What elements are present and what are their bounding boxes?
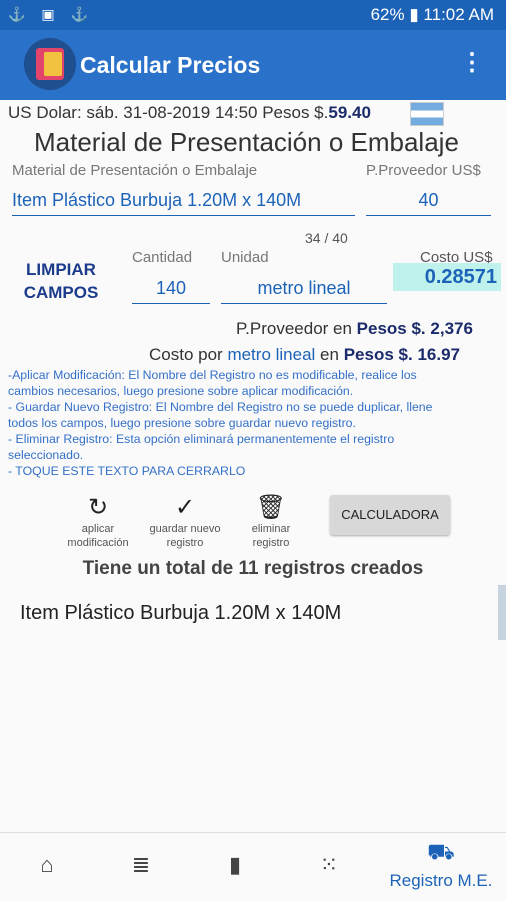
- exchange-rate-value: 59.40: [328, 103, 371, 122]
- truck-icon: ⛟: [427, 839, 455, 864]
- proveedor-pesos-label: P.Proveedor en: [236, 319, 352, 338]
- exchange-rate: US Dolar: sáb. 31-08-2019 14:50 Pesos $.…: [8, 103, 371, 123]
- list-item[interactable]: Item Plástico Burbuja 1.20M x 140M: [20, 602, 341, 625]
- document-icon: ▮: [228, 852, 242, 877]
- proveedor-input[interactable]: 40: [366, 190, 491, 216]
- costo-por-unit: metro lineal: [227, 345, 316, 364]
- list-icon: ≣: [131, 852, 151, 877]
- unidad-label: Unidad: [221, 249, 269, 266]
- pesos-label-2: Pesos $.: [343, 345, 413, 364]
- bottom-nav: ⌂ ≣ ▮ ⁙ ⛟ Registro M.E.: [0, 832, 506, 901]
- help-line: cambios necesarios, luego presione sobre…: [8, 384, 354, 398]
- pesos-label: Pesos $.: [356, 319, 426, 338]
- help-text[interactable]: -Aplicar Modificación: El Nombre del Reg…: [8, 367, 498, 479]
- total-registros: Tiene un total de 11 registros creados: [82, 558, 424, 579]
- cantidad-input[interactable]: 140: [132, 278, 210, 304]
- overflow-menu-icon[interactable]: ⋮: [460, 48, 484, 77]
- calculadora-button[interactable]: CALCULADORA: [330, 495, 450, 535]
- page-title: Material de Presentación o Embalaje: [34, 127, 459, 157]
- costo-por-value: 16.97: [417, 345, 460, 364]
- character-counter: 34 / 40: [305, 230, 348, 246]
- help-line: - Eliminar Registro: Esta opción elimina…: [8, 432, 395, 446]
- nav-home[interactable]: ⌂: [20, 833, 74, 901]
- costo-value: 0.28571: [393, 263, 501, 291]
- nav-list[interactable]: ≣: [114, 833, 168, 901]
- costo-por-label: Costo por: [149, 345, 223, 364]
- cantidad-label: Cantidad: [132, 249, 193, 266]
- eliminar-label: eliminar registro: [251, 523, 291, 549]
- guardar-label: guardar nuevo registro: [149, 523, 221, 549]
- help-line: seleccionado.: [8, 448, 84, 462]
- scrollbar[interactable]: [498, 585, 506, 640]
- nav-apps[interactable]: ⁙: [302, 833, 356, 901]
- check-icon: ✓: [174, 494, 196, 521]
- limpiar-campos-button[interactable]: LIMPIAR CAMPOS: [18, 258, 104, 304]
- material-input[interactable]: Item Plástico Burbuja 1.20M x 140M: [12, 190, 355, 216]
- en-label: en: [320, 345, 339, 364]
- costo-por-line: Costo por metro lineal en Pesos $. 16.97: [149, 345, 460, 365]
- proveedor-pesos-value: 2,376: [430, 319, 473, 338]
- unidad-select[interactable]: metro lineal: [221, 278, 387, 304]
- proveedor-label: P.Proveedor US$: [366, 162, 481, 179]
- status-left-icons: ⚓ ▣ ⚓: [8, 6, 94, 22]
- guardar-nuevo-registro-button[interactable]: ✓ guardar nuevo registro: [142, 494, 228, 550]
- aplicar-label: aplicar modificación: [67, 523, 129, 549]
- app-logo-icon: [24, 38, 76, 90]
- help-line: - Guardar Nuevo Registro: El Nombre del …: [8, 400, 433, 414]
- proveedor-pesos-line: P.Proveedor en Pesos $. 2,376: [236, 319, 473, 339]
- nav-document[interactable]: ▮: [208, 833, 262, 901]
- nav-registro-me[interactable]: ⛟ Registro M.E.: [380, 833, 502, 901]
- trash-icon: 🗑: [255, 494, 287, 521]
- material-label: Material de Presentación o Embalaje: [12, 162, 258, 179]
- apps-grid-icon: ⁙: [319, 852, 339, 877]
- app-title: Calcular Precios: [80, 52, 261, 78]
- undo-icon: ↻: [87, 494, 109, 521]
- status-right: 62% ▮ 11:02 AM: [370, 5, 494, 24]
- aplicar-modificacion-button[interactable]: ↻ aplicar modificación: [58, 494, 138, 550]
- home-icon: ⌂: [40, 852, 54, 877]
- help-line: -Aplicar Modificación: El Nombre del Reg…: [8, 368, 417, 382]
- argentina-flag-icon: [410, 102, 444, 126]
- exchange-rate-label: US Dolar: sáb. 31-08-2019 14:50 Pesos $.: [8, 103, 329, 122]
- status-bar: ⚓ ▣ ⚓ 62% ▮ 11:02 AM: [0, 0, 506, 30]
- eliminar-registro-button[interactable]: 🗑 eliminar registro: [238, 494, 304, 550]
- app-bar: Calcular Precios ⋮: [0, 30, 506, 100]
- help-line: todos los campos, luego presione sobre g…: [8, 416, 356, 430]
- nav-registro-label: Registro M.E.: [389, 871, 493, 890]
- help-line: - TOQUE ESTE TEXTO PARA CERRARLO: [8, 464, 246, 478]
